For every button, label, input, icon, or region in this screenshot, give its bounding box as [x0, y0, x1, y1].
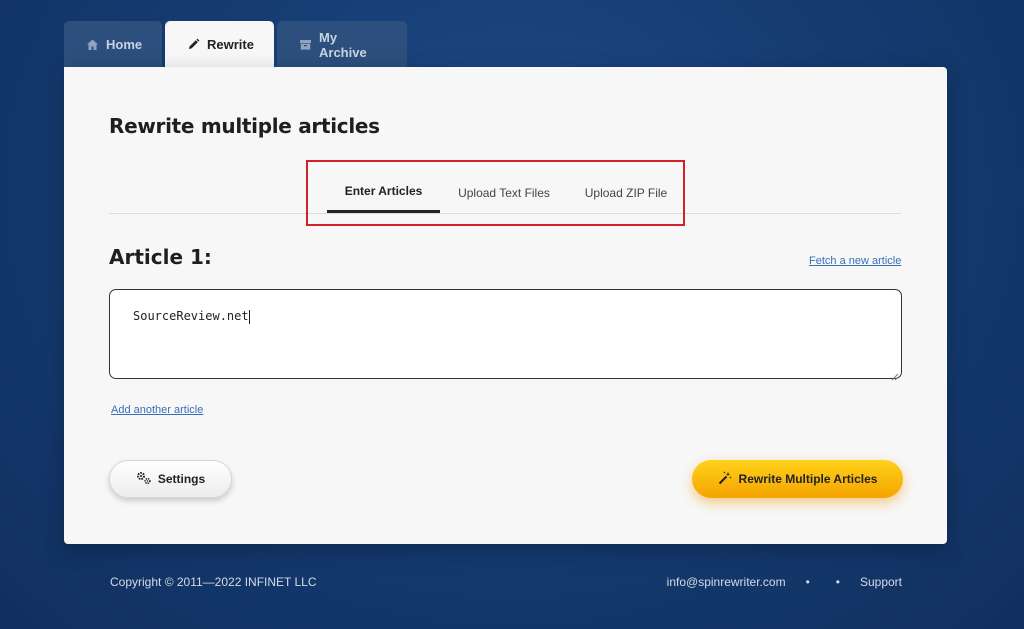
page-title: Rewrite multiple articles	[109, 114, 380, 138]
tab-rewrite-label: Rewrite	[207, 37, 254, 52]
rewrite-button-label: Rewrite Multiple Articles	[738, 472, 878, 486]
email-link[interactable]: info@spinrewriter.com	[667, 575, 786, 589]
article-heading: Article 1:	[109, 245, 212, 269]
tab-my-archive[interactable]: My Archive	[277, 21, 407, 68]
home-icon	[86, 38, 99, 51]
rewrite-multiple-articles-button[interactable]: Rewrite Multiple Articles	[692, 460, 903, 498]
fetch-new-article-link[interactable]: Fetch a new article	[809, 255, 901, 267]
settings-button-label: Settings	[157, 472, 206, 486]
rewrite-panel: Rewrite multiple articles Enter Articles…	[64, 67, 947, 544]
article-value: SourceReview.net	[133, 309, 249, 323]
support-link[interactable]: Support	[860, 575, 902, 589]
tab-rewrite[interactable]: Rewrite	[165, 21, 274, 68]
footer-separator: •	[835, 575, 840, 589]
add-another-article-link[interactable]: Add another article	[111, 404, 203, 416]
archive-icon	[299, 38, 312, 51]
highlight-box	[306, 160, 685, 226]
footer-separator: •	[805, 575, 810, 589]
settings-button[interactable]: Settings	[109, 460, 232, 498]
copyright-text: Copyright © 2011—2022 INFINET LLC	[110, 575, 317, 589]
footer-links: info@spinrewriter.com • • Support	[667, 575, 902, 589]
gear-icon	[136, 471, 152, 488]
resize-grip-icon[interactable]	[891, 368, 899, 381]
tab-home[interactable]: Home	[64, 21, 162, 68]
tab-home-label: Home	[106, 37, 143, 52]
article-textarea[interactable]: SourceReview.net	[109, 289, 902, 381]
pencil-icon	[187, 38, 200, 51]
tab-my-archive-label: My Archive	[319, 29, 367, 60]
main-nav-tabs: Home Rewrite My Archive	[64, 21, 407, 68]
magic-wand-icon	[718, 471, 732, 488]
text-cursor	[248, 309, 250, 324]
article-text: SourceReview.net	[133, 309, 250, 324]
